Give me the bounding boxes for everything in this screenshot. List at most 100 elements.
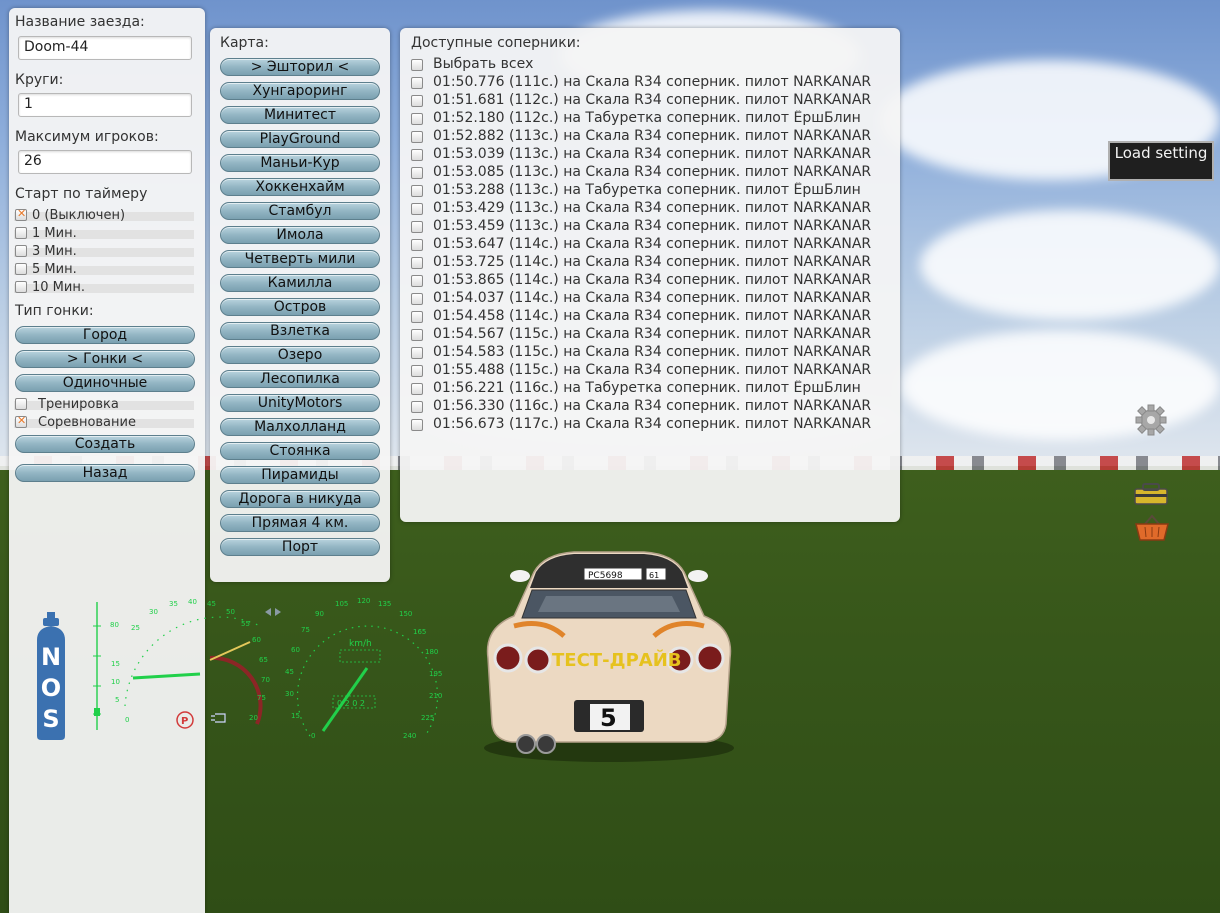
rival-item[interactable]: 01:54.583 (115с.) на Скала R34 соперник.…: [410, 344, 900, 362]
timer-option-10[interactable]: 10 Мин.: [14, 281, 194, 295]
checkbox[interactable]: [411, 383, 423, 395]
map-hungaroring-button[interactable]: Хунгароринг: [220, 82, 380, 100]
rival-item[interactable]: 01:56.330 (116с.) на Скала R34 соперник.…: [410, 398, 900, 416]
select-all-option[interactable]: Выбрать всех: [410, 56, 900, 74]
checkbox[interactable]: [411, 95, 423, 107]
map-magny-cours-button[interactable]: Маньи-Кур: [220, 154, 380, 172]
timer-label: Старт по таймеру: [15, 186, 148, 202]
checkbox[interactable]: [411, 149, 423, 161]
mode-competition-option[interactable]: Соревнование: [14, 414, 194, 430]
map-minitest-button[interactable]: Минитест: [220, 106, 380, 124]
checkbox[interactable]: [411, 293, 423, 305]
rival-item[interactable]: 01:53.725 (114с.) на Скала R34 соперник.…: [410, 254, 900, 272]
checkbox[interactable]: [411, 77, 423, 89]
rival-item[interactable]: 01:53.459 (113с.) на Скала R34 соперник.…: [410, 218, 900, 236]
rpm-tick: 25: [131, 624, 140, 632]
map-road-to-nowhere-button[interactable]: Дорога в никуда: [220, 490, 380, 508]
rival-item[interactable]: 01:50.776 (111с.) на Скала R34 соперник.…: [410, 74, 900, 92]
gear-icon[interactable]: [1133, 402, 1169, 438]
checkbox[interactable]: [411, 329, 423, 341]
checkbox[interactable]: [411, 275, 423, 287]
laps-input[interactable]: 1: [18, 93, 192, 117]
rpm-tick: 10: [111, 678, 120, 686]
checkbox[interactable]: [411, 131, 423, 143]
rival-item[interactable]: 01:56.673 (117с.) на Скала R34 соперник.…: [410, 416, 900, 434]
timer-option-3[interactable]: 3 Мин.: [14, 245, 194, 259]
mode-training-option[interactable]: Тренировка: [14, 398, 194, 412]
checkbox[interactable]: [15, 414, 27, 428]
rival-item[interactable]: 01:52.180 (112с.) на Табуретка соперник.…: [410, 110, 900, 128]
map-pyramids-button[interactable]: Пирамиды: [220, 466, 380, 484]
checkbox[interactable]: [15, 398, 27, 410]
rpm-tick: 5: [115, 696, 119, 704]
rival-item[interactable]: 01:53.288 (113с.) на Табуретка соперник.…: [410, 182, 900, 200]
race-name-input[interactable]: Doom-44: [18, 36, 192, 60]
checkbox[interactable]: [411, 365, 423, 377]
checkbox[interactable]: [411, 113, 423, 125]
rival-item[interactable]: 01:53.085 (113с.) на Скала R34 соперник.…: [410, 164, 900, 182]
rpm-tick: 40: [188, 598, 197, 606]
rival-item[interactable]: 01:54.567 (115с.) на Скала R34 соперник.…: [410, 326, 900, 344]
race-type-races-button[interactable]: > Гонки <: [15, 350, 195, 368]
checkbox[interactable]: [411, 257, 423, 269]
checkbox[interactable]: [15, 245, 27, 257]
checkbox[interactable]: [411, 401, 423, 413]
checkbox[interactable]: [411, 347, 423, 359]
checkbox[interactable]: [411, 221, 423, 233]
rival-item[interactable]: 01:54.458 (114с.) на Скала R34 соперник.…: [410, 308, 900, 326]
map-istanbul-button[interactable]: Стамбул: [220, 202, 380, 220]
race-type-city-button[interactable]: Город: [15, 326, 195, 344]
rpm-tick: 30: [149, 608, 158, 616]
map-parking-button[interactable]: Стоянка: [220, 442, 380, 460]
timer-option-0[interactable]: 0 (Выключен): [14, 207, 194, 223]
rpm-tick: 80: [110, 621, 119, 629]
checkbox[interactable]: [15, 207, 27, 221]
rival-item[interactable]: 01:56.221 (116с.) на Табуретка соперник.…: [410, 380, 900, 398]
max-players-input[interactable]: 26: [18, 150, 192, 174]
rival-item[interactable]: 01:53.647 (114с.) на Скала R34 соперник.…: [410, 236, 900, 254]
rival-item[interactable]: 01:53.429 (113с.) на Скала R34 соперник.…: [410, 200, 900, 218]
map-lake-button[interactable]: Озеро: [220, 346, 380, 364]
rival-item[interactable]: 01:53.039 (113с.) на Скала R34 соперник.…: [410, 146, 900, 164]
checkbox[interactable]: [15, 227, 27, 239]
map-sawmill-button[interactable]: Лесопилка: [220, 370, 380, 388]
map-hockenheim-button[interactable]: Хоккенхайм: [220, 178, 380, 196]
toolbox-icon[interactable]: [1131, 480, 1171, 508]
checkbox[interactable]: [411, 311, 423, 323]
map-quarter-mile-button[interactable]: Четверть мили: [220, 250, 380, 268]
timer-option-1[interactable]: 1 Мин.: [14, 227, 194, 241]
map-kamilla-button[interactable]: Камилла: [220, 274, 380, 292]
back-button[interactable]: Назад: [15, 464, 195, 482]
rival-item[interactable]: 01:52.882 (113с.) на Скала R34 соперник.…: [410, 128, 900, 146]
map-island-button[interactable]: Остров: [220, 298, 380, 316]
checkbox[interactable]: [411, 419, 423, 431]
rival-item[interactable]: 01:54.037 (114с.) на Скала R34 соперник.…: [410, 290, 900, 308]
speed-tick: 165: [413, 628, 426, 636]
checkbox[interactable]: [411, 203, 423, 215]
checkbox[interactable]: [411, 167, 423, 179]
rival-item[interactable]: 01:53.865 (114с.) на Скала R34 соперник.…: [410, 272, 900, 290]
checkbox[interactable]: [411, 59, 423, 71]
rival-item[interactable]: 01:51.681 (112с.) на Скала R34 соперник.…: [410, 92, 900, 110]
load-setting-button[interactable]: Load setting: [1108, 141, 1214, 181]
rival-item[interactable]: 01:55.488 (115с.) на Скала R34 соперник.…: [410, 362, 900, 380]
map-unitymotors-button[interactable]: UnityMotors: [220, 394, 380, 412]
map-playground-button[interactable]: PlayGround: [220, 130, 380, 148]
map-select-panel: Карта: > Эшторил < Хунгароринг Минитест …: [210, 28, 390, 582]
checkbox[interactable]: [411, 239, 423, 251]
create-button[interactable]: Создать: [15, 435, 195, 453]
shopping-basket-icon[interactable]: [1133, 514, 1171, 542]
map-estoril-button[interactable]: > Эшторил <: [220, 58, 380, 76]
checkbox[interactable]: [411, 185, 423, 197]
timer-option-5[interactable]: 5 Мин.: [14, 263, 194, 277]
race-type-single-button[interactable]: Одиночные: [15, 374, 195, 392]
boost-gauge: [93, 602, 101, 730]
map-mulholland-button[interactable]: Малхолланд: [220, 418, 380, 436]
speed-tick: 105: [335, 600, 348, 608]
map-imola-button[interactable]: Имола: [220, 226, 380, 244]
map-airstrip-button[interactable]: Взлетка: [220, 322, 380, 340]
checkbox[interactable]: [15, 263, 27, 275]
map-straight-4km-button[interactable]: Прямая 4 км.: [220, 514, 380, 532]
checkbox[interactable]: [15, 281, 27, 293]
map-port-button[interactable]: Порт: [220, 538, 380, 556]
